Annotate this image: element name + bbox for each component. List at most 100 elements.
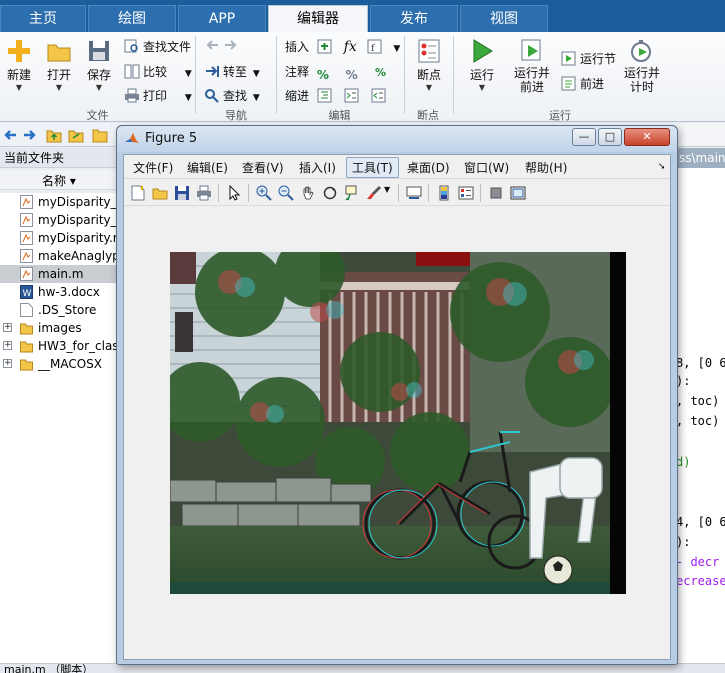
- find-files-icon: [124, 39, 140, 54]
- chevron-down-icon[interactable]: ▼: [384, 185, 390, 194]
- toolbar-divider: [480, 184, 481, 202]
- link-plot-icon[interactable]: [406, 185, 422, 201]
- run-button[interactable]: 运行 ▼: [466, 38, 498, 93]
- find-files-button[interactable]: 查找文件: [124, 38, 191, 55]
- insert-button[interactable]: 插入 fx f ▼: [285, 38, 400, 55]
- save-button[interactable]: 保存 ▼: [84, 38, 114, 93]
- menu-window[interactable]: 窗口(W): [464, 159, 509, 176]
- folder-item[interactable]: + images: [0, 319, 120, 337]
- back-arrow-icon[interactable]: [2, 127, 18, 143]
- figure-menubar: 文件(F) 编辑(E) 查看(V) 插入(I) 工具(T) 桌面(D) 窗口(W…: [124, 155, 670, 179]
- fx-button[interactable]: fx: [344, 39, 357, 55]
- code-line: ):: [676, 535, 691, 549]
- file-item[interactable]: .DS_Store: [0, 301, 120, 319]
- folder-icon[interactable]: [92, 127, 108, 143]
- menu-view[interactable]: 查看(V): [242, 159, 284, 176]
- uncomment-icon[interactable]: %: [346, 68, 362, 83]
- increase-indent-icon[interactable]: [344, 88, 360, 103]
- chevron-down-icon: ▼: [55, 83, 63, 92]
- file-item-selected[interactable]: main.m: [0, 265, 120, 283]
- pointer-icon[interactable]: [226, 184, 242, 201]
- colorbar-icon[interactable]: [436, 185, 452, 201]
- new-figure-icon[interactable]: [130, 185, 146, 201]
- legend-icon[interactable]: [458, 185, 474, 201]
- run-and-time-button[interactable]: 运行并 计时: [622, 38, 662, 94]
- open-button[interactable]: 打开 ▼: [44, 38, 74, 93]
- find-button[interactable]: 查找 ▼: [204, 87, 260, 104]
- folder-icon: [20, 321, 33, 335]
- up-folder-icon[interactable]: [46, 127, 62, 143]
- expand-icon[interactable]: +: [3, 341, 12, 350]
- expand-icon[interactable]: +: [3, 359, 12, 368]
- tab-publish[interactable]: 发布: [370, 5, 458, 32]
- pan-hand-icon[interactable]: [300, 185, 316, 201]
- file-item[interactable]: makeAnaglyph: [0, 247, 120, 265]
- folder-icon: [20, 339, 33, 353]
- file-item[interactable]: myDisparity_b: [0, 193, 120, 211]
- breakpoints-button[interactable]: 断点 ▼: [412, 38, 446, 93]
- tab-editor[interactable]: 编辑器: [268, 5, 368, 32]
- figure-title-bar[interactable]: Figure 5 — □ ✕: [117, 126, 677, 152]
- matlab-file-icon: [20, 195, 33, 209]
- browse-folder-icon[interactable]: [68, 127, 84, 143]
- data-cursor-icon[interactable]: [344, 185, 360, 201]
- goto-button[interactable]: 转至 ▼: [204, 63, 260, 80]
- print-icon[interactable]: [196, 185, 212, 201]
- code-line: 4, [0 6: [676, 515, 725, 529]
- show-tools-icon[interactable]: [510, 185, 526, 201]
- wrap-comment-icon[interactable]: %: [373, 64, 389, 79]
- code-editor[interactable]: 8, [0 6 ): , toc) , toc) d) 4, [0 6 ): -…: [676, 148, 725, 663]
- brush-icon[interactable]: [366, 185, 382, 201]
- run-and-advance-button[interactable]: 运行并 前进: [510, 38, 554, 94]
- arrow-left-icon: [204, 38, 220, 53]
- menu-file[interactable]: 文件(F): [133, 159, 173, 176]
- smart-indent-icon[interactable]: [317, 88, 333, 103]
- percent-icon[interactable]: %: [317, 68, 333, 83]
- editor-tab[interactable]: ss\main.: [676, 148, 725, 168]
- forward-arrow-icon[interactable]: [22, 127, 38, 143]
- decrease-indent-icon[interactable]: [371, 88, 387, 103]
- tab-plots[interactable]: 绘图: [88, 5, 176, 32]
- rotate-3d-icon[interactable]: [322, 185, 338, 201]
- tab-home[interactable]: 主页: [0, 5, 86, 32]
- code-line: , toc): [676, 394, 720, 408]
- tab-apps[interactable]: APP: [178, 5, 266, 32]
- run-section-button[interactable]: 运行节: [561, 50, 616, 67]
- folder-item[interactable]: + HW3_for_class: [0, 337, 120, 355]
- expand-icon[interactable]: +: [3, 323, 12, 332]
- menu-edit[interactable]: 编辑(E): [187, 159, 228, 176]
- file-item[interactable]: myDisparity_a: [0, 211, 120, 229]
- menu-insert[interactable]: 插入(I): [299, 159, 336, 176]
- zoom-in-icon[interactable]: [256, 185, 272, 201]
- name-column-header[interactable]: 名称 ▾: [0, 170, 120, 190]
- back-forward-buttons[interactable]: [204, 38, 242, 53]
- menu-tools[interactable]: 工具(T): [346, 157, 399, 178]
- file-item[interactable]: myDisparity.m: [0, 229, 120, 247]
- group-label-file: 文件: [86, 109, 109, 122]
- advance-icon: [561, 76, 577, 91]
- open-icon[interactable]: [152, 185, 168, 201]
- indent-button[interactable]: 缩进: [285, 87, 390, 104]
- menu-desktop[interactable]: 桌面(D): [407, 159, 450, 176]
- minimize-button[interactable]: —: [572, 128, 596, 146]
- tab-view[interactable]: 视图: [460, 5, 548, 32]
- svg-text:%: %: [375, 66, 386, 79]
- menu-help[interactable]: 帮助(H): [525, 159, 567, 176]
- insert-function-icon[interactable]: f: [367, 39, 383, 54]
- zoom-out-icon[interactable]: [278, 185, 294, 201]
- save-icon[interactable]: [174, 185, 190, 201]
- code-line: ecrease: [676, 574, 725, 588]
- matlab-file-icon: [20, 249, 33, 263]
- advance-button[interactable]: 前进: [561, 75, 604, 92]
- figure-window[interactable]: Figure 5 — □ ✕ 文件(F) 编辑(E) 查看(V) 插入(I) 工…: [116, 125, 678, 665]
- dock-arrow-icon[interactable]: ➘: [658, 162, 666, 172]
- folder-item[interactable]: + __MACOSX: [0, 355, 120, 373]
- file-item[interactable]: W hw-3.docx: [0, 283, 120, 301]
- close-button[interactable]: ✕: [624, 128, 670, 146]
- print-button[interactable]: 打印 ▼: [124, 87, 192, 104]
- maximize-button[interactable]: □: [598, 128, 622, 146]
- compare-button[interactable]: 比较 ▼: [124, 63, 192, 80]
- comment-button[interactable]: 注释 % % %: [285, 63, 392, 83]
- hide-tools-icon[interactable]: [488, 185, 504, 201]
- new-button[interactable]: 新建 ▼: [4, 38, 34, 93]
